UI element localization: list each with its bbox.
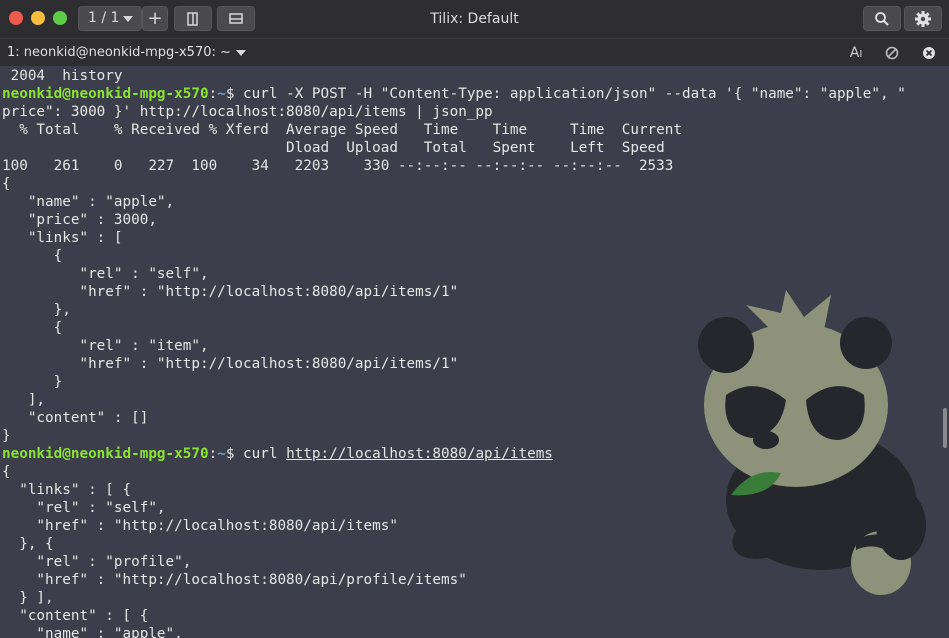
- close-terminal-icon[interactable]: [919, 43, 939, 63]
- curl-progress-header: % Total % Received % Xferd Average Speed…: [2, 122, 682, 138]
- search-button[interactable]: [863, 6, 901, 31]
- prompt-path: ~: [217, 86, 226, 102]
- title-bar: 1 / 1 + Tilix: Default: [0, 0, 949, 38]
- prompt-user: neonkid@neonkid-mpg-x570: [2, 446, 209, 462]
- terminal-title[interactable]: 1: neonkid@neonkid-mpg-x570: ~: [7, 39, 231, 66]
- curl-progress-header-2: Dload Upload Total Spent Left Speed: [2, 140, 665, 156]
- command-post-cont: price": 3000 }' http://localhost:8080/ap…: [2, 104, 493, 120]
- command-post: $ curl -X POST -H "Content-Type: applica…: [225, 86, 906, 102]
- prompt-user: neonkid@neonkid-mpg-x570: [2, 86, 209, 102]
- search-icon: [875, 12, 889, 26]
- settings-button[interactable]: [904, 6, 942, 31]
- curl-progress-stats: 100 261 0 227 100 34 2203 330 --:--:-- -…: [2, 158, 674, 174]
- gear-icon: [915, 11, 931, 27]
- terminal-title-bar: 1: neonkid@neonkid-mpg-x570: ~ AI: [0, 38, 949, 66]
- json-output-get: { "links" : [ { "rel" : "self", "href" :…: [2, 464, 467, 638]
- terminal-scrollbar[interactable]: [943, 408, 947, 448]
- json-output-post: { "name" : "apple", "price" : 3000, "lin…: [2, 176, 459, 444]
- window-title: Tilix: Default: [430, 11, 519, 27]
- prompt-path: ~: [217, 446, 226, 462]
- read-only-icon[interactable]: AI: [846, 43, 866, 63]
- items-url-link[interactable]: http://localhost:8080/api/items: [286, 446, 553, 462]
- command-get: $ curl: [225, 446, 287, 462]
- terminal-view[interactable]: 2004 history neonkid@neonkid-mpg-x570:~$…: [0, 67, 940, 638]
- history-line: 2004 history: [2, 68, 123, 84]
- chevron-down-icon[interactable]: [236, 50, 246, 56]
- sync-input-icon[interactable]: [882, 43, 902, 63]
- terminal-output: 2004 history neonkid@neonkid-mpg-x570:~$…: [0, 67, 940, 638]
